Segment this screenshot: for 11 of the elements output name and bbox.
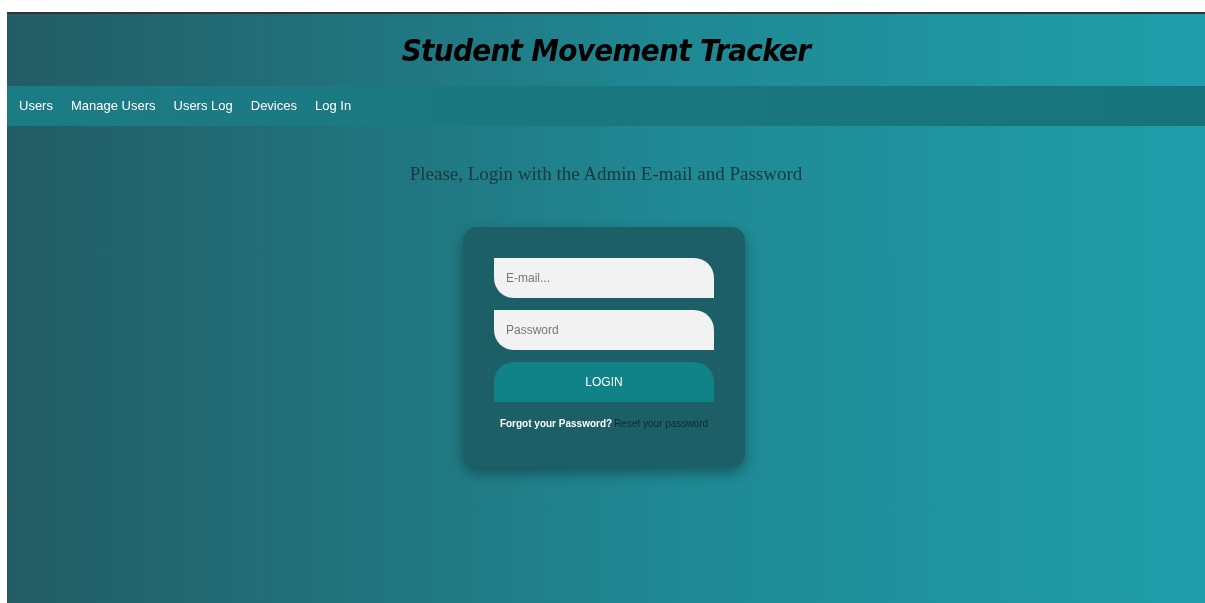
nav-link[interactable]: Users (13, 96, 59, 116)
nav-link[interactable]: Users Log (167, 96, 239, 116)
site-title: Student Movement Tracker (401, 30, 811, 70)
email-field[interactable]: E-mail... (494, 257, 714, 298)
nav-link[interactable]: Manage Users (64, 96, 162, 116)
password-field[interactable]: Password (494, 309, 714, 350)
nav-link[interactable]: Log In (309, 96, 358, 116)
forgot-password-text: Forgot your Password? (499, 416, 613, 431)
login-button[interactable]: LOGIN (494, 361, 714, 402)
login-prompt: Please, Login with the Admin E-mail and Password (408, 162, 804, 186)
nav-link[interactable]: Devices (244, 96, 303, 116)
